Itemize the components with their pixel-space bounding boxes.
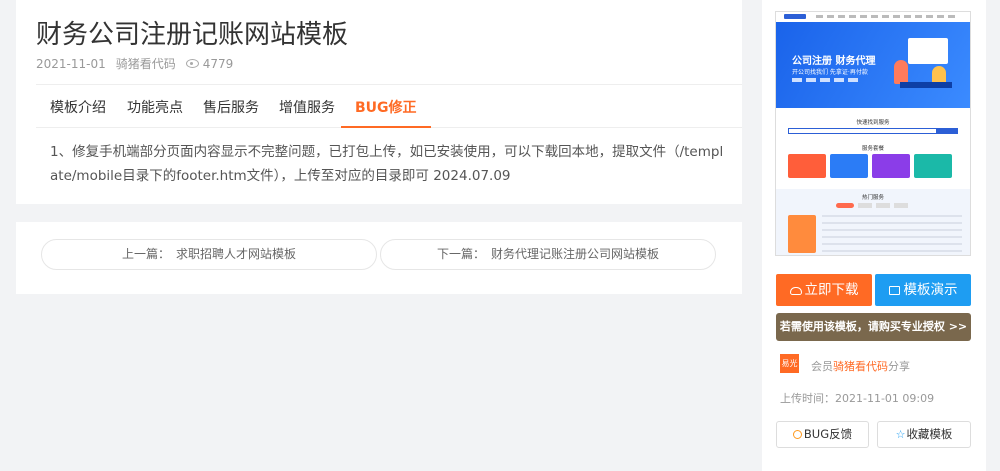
preview-search-bar: [788, 128, 958, 134]
preview-section-title: 快速找到服务: [856, 120, 890, 126]
tab-value-added[interactable]: 增值服务: [265, 85, 349, 128]
demo-button[interactable]: 模板演示: [875, 274, 971, 306]
article-card: 财务公司注册记账网站模板 2021-11-01 骑猪看代码 4779 模板介绍 …: [16, 0, 742, 204]
tab-bar: 模板介绍 功能亮点 售后服务 增值服务 BUG修正: [36, 85, 742, 128]
sidebar: 公司注册 财务代理 开公司找我们 先拿证·再付款 快速找到服务 服务套餐 热门服…: [762, 0, 986, 471]
next-article-link[interactable]: 下一篇： 财务代理记账注册公司网站模板: [380, 239, 716, 270]
download-button[interactable]: 立即下载: [776, 274, 872, 306]
pager-card: 上一篇： 求职招聘人才网站模板 下一篇： 财务代理记账注册公司网站模板: [16, 222, 742, 294]
preview-section-title: 服务套餐: [861, 146, 884, 152]
smile-icon: [792, 430, 802, 439]
next-label: 下一篇：: [436, 247, 485, 261]
member-name-link[interactable]: 骑猪看代码: [833, 360, 888, 373]
eye-icon: [185, 59, 199, 68]
preview-hot-services: 热门服务: [776, 189, 970, 255]
template-preview-image[interactable]: 公司注册 财务代理 开公司找我们 先拿证·再付款 快速找到服务 服务套餐 热门服…: [775, 11, 971, 256]
prev-article-link[interactable]: 上一篇： 求职招聘人才网站模板: [41, 239, 377, 270]
prev-label: 上一篇：: [121, 247, 170, 261]
publish-date: 2021-11-01: [36, 56, 106, 71]
tab-features[interactable]: 功能亮点: [113, 85, 197, 128]
preview-logo: [784, 14, 806, 19]
upload-time: 上传时间：2021-11-01 09:09: [780, 392, 935, 405]
preview-banner-subtitle: 开公司找我们 先拿证·再付款: [792, 69, 868, 76]
bug-fix-content: 1、修复手机端部分页面内容显示不完整问题，已打包上传，如已安装使用，可以下载回本…: [50, 144, 724, 184]
tab-after-sales[interactable]: 售后服务: [189, 85, 273, 128]
cloud-download-icon: [789, 287, 802, 295]
preview-services: 快速找到服务 服务套餐: [776, 108, 970, 189]
preview-header: [776, 12, 970, 22]
preview-banner: 公司注册 财务代理 开公司找我们 先拿证·再付款: [776, 22, 970, 108]
monitor-icon: [888, 286, 900, 295]
prev-title: 求职招聘人才网站模板: [176, 247, 297, 261]
next-title: 财务代理记账注册公司网站模板: [491, 247, 660, 261]
preview-banner-tags: [792, 78, 862, 82]
buy-license-button[interactable]: 若需使用该模板，请购买专业授权 >>: [776, 313, 971, 341]
avatar[interactable]: 易光: [780, 354, 799, 373]
bug-report-button[interactable]: BUG反馈: [776, 421, 869, 448]
favorite-button[interactable]: ☆收藏模板: [877, 421, 971, 448]
author-name[interactable]: 骑猪看代码: [116, 55, 176, 72]
page-title: 财务公司注册记账网站模板: [36, 20, 349, 50]
preview-package-cards: [788, 154, 952, 178]
star-icon: ☆: [895, 428, 906, 441]
preview-banner-title: 公司注册 财务代理: [792, 56, 876, 67]
article-meta: 2021-11-01 骑猪看代码 4779: [36, 55, 243, 72]
preview-section-title: 热门服务: [861, 195, 884, 201]
preview-nav: [816, 15, 956, 18]
view-count: 4779: [202, 56, 234, 71]
member-share-info: 会员骑猪看代码分享: [811, 360, 910, 373]
preview-illustration: [890, 38, 956, 94]
tab-intro[interactable]: 模板介绍: [36, 85, 120, 128]
tab-bug-fix[interactable]: BUG修正: [341, 85, 431, 128]
